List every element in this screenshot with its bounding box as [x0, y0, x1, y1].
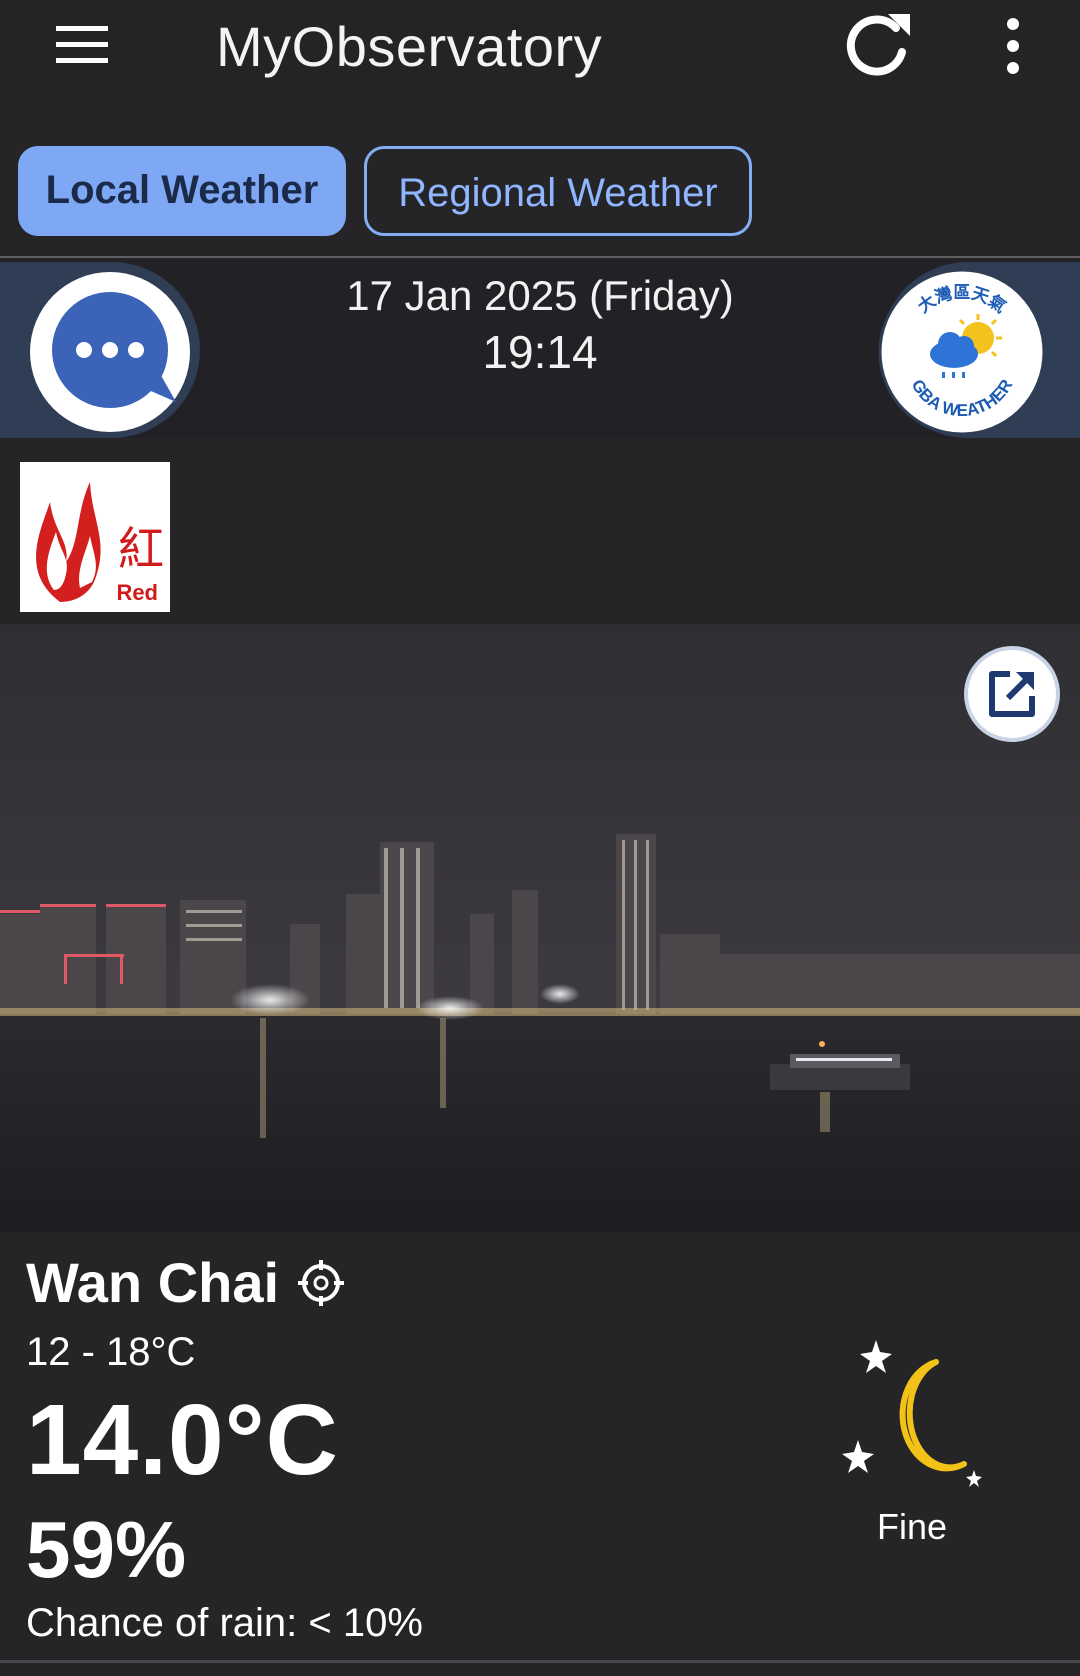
open-external-button[interactable] [964, 646, 1060, 742]
weather-condition: Fine [876, 1506, 948, 1547]
external-link-icon [989, 671, 1035, 717]
tab-regional-weather[interactable]: Regional Weather [364, 146, 752, 236]
warning-chinese-label: 紅 [118, 522, 164, 576]
warning-english-label: Red [116, 580, 158, 605]
divider [0, 1660, 1080, 1663]
gba-weather-logo[interactable]: 大灣區天氣 GBA WEATHER [878, 268, 1046, 436]
refresh-icon[interactable] [838, 8, 914, 84]
location-crosshair-icon[interactable] [296, 1258, 346, 1308]
location-name: Wan Chai [26, 1251, 280, 1314]
tab-local-weather[interactable]: Local Weather [18, 146, 346, 236]
more-options-icon[interactable] [998, 16, 1028, 80]
menu-icon[interactable] [52, 22, 112, 68]
chat-bubble-icon[interactable] [28, 270, 196, 434]
temperature-range: 12 - 18°C [26, 1330, 196, 1374]
relative-humidity: 59% [26, 1505, 187, 1594]
current-time: 19:14 [482, 326, 598, 378]
moon-stars-icon [842, 1340, 982, 1487]
harbour-webcam-image[interactable] [0, 624, 1080, 1232]
red-warning-badge[interactable]: 紅 Red [20, 462, 170, 612]
current-date: 17 Jan 2025 (Friday) [346, 272, 734, 319]
current-temperature: 14.0°C [26, 1384, 339, 1496]
divider [0, 256, 1080, 258]
app-title: MyObservatory [216, 15, 603, 78]
rain-probability: Chance of rain: < 10% [26, 1601, 423, 1645]
